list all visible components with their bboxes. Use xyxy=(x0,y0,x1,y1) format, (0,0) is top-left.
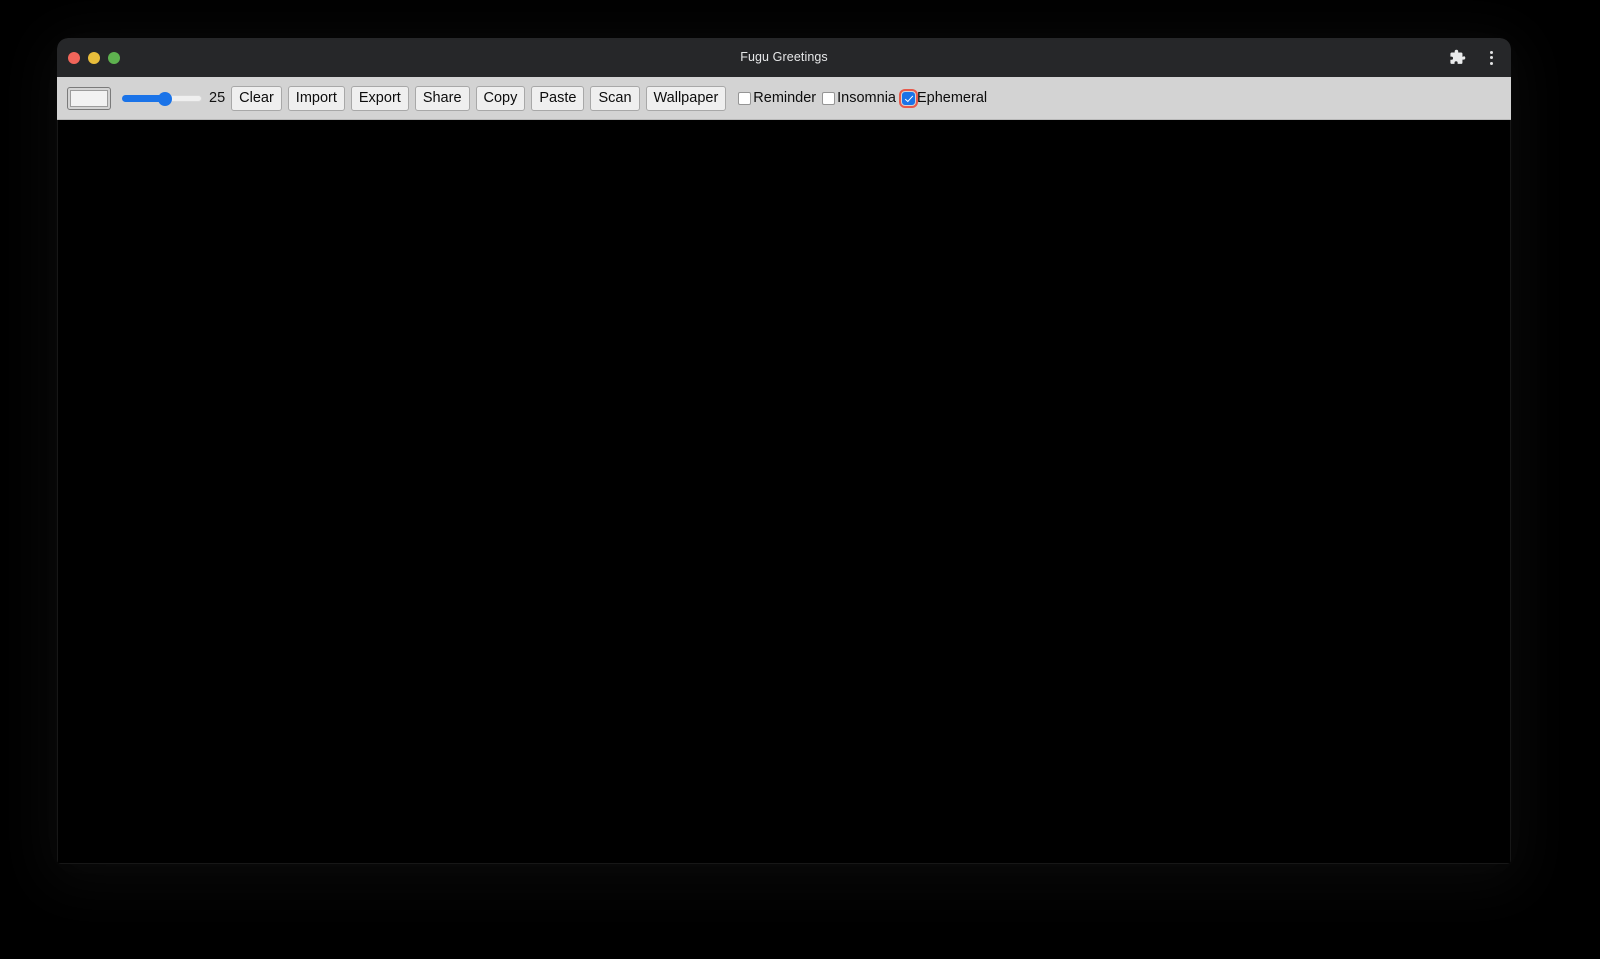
window-titlebar: Fugu Greetings xyxy=(57,38,1511,77)
screen: Fugu Greetings 25 Clear Import Export Sh… xyxy=(0,0,1600,959)
traffic-lights xyxy=(68,38,120,77)
reminder-checkbox-label: Reminder xyxy=(753,90,817,106)
drawing-canvas[interactable] xyxy=(57,120,1511,864)
color-picker-input[interactable] xyxy=(67,86,111,110)
share-button[interactable]: Share xyxy=(414,85,470,111)
import-button[interactable]: Import xyxy=(287,85,345,111)
extensions-icon[interactable] xyxy=(1447,48,1467,68)
scan-button[interactable]: Scan xyxy=(590,85,640,111)
copy-button[interactable]: Copy xyxy=(475,85,526,111)
ephemeral-checkbox-label: Ephemeral xyxy=(916,90,988,106)
window-title: Fugu Greetings xyxy=(740,50,828,64)
insomnia-checkbox-label: Insomnia xyxy=(837,90,896,106)
reminder-checkbox[interactable]: Reminder xyxy=(738,90,816,106)
color-picker-swatch xyxy=(70,89,108,107)
browser-window: Fugu Greetings 25 Clear Import Export Sh… xyxy=(57,38,1511,864)
app-toolbar: 25 Clear Import Export Share Copy Paste … xyxy=(57,77,1511,120)
slider-value-label: 25 xyxy=(209,90,226,106)
insomnia-checkbox[interactable]: Insomnia xyxy=(822,90,896,106)
paste-button[interactable]: Paste xyxy=(531,85,585,111)
slider-thumb[interactable] xyxy=(158,91,172,106)
ephemeral-checkbox[interactable]: Ephemeral xyxy=(898,88,988,108)
close-window-button[interactable] xyxy=(68,51,80,64)
reminder-checkbox-box[interactable] xyxy=(738,91,752,105)
line-width-slider[interactable] xyxy=(122,88,202,108)
ephemeral-checkbox-box[interactable] xyxy=(898,88,918,108)
clear-button[interactable]: Clear xyxy=(231,85,282,111)
more-menu-icon[interactable] xyxy=(1481,48,1501,68)
wallpaper-button[interactable]: Wallpaper xyxy=(645,85,727,111)
toolbar-checkboxes: Reminder Insomnia Ephemeral xyxy=(738,88,988,108)
maximize-window-button[interactable] xyxy=(108,51,120,64)
titlebar-actions xyxy=(1447,38,1501,77)
export-button[interactable]: Export xyxy=(350,85,409,111)
insomnia-checkbox-box[interactable] xyxy=(822,91,836,105)
minimize-window-button[interactable] xyxy=(88,51,100,64)
